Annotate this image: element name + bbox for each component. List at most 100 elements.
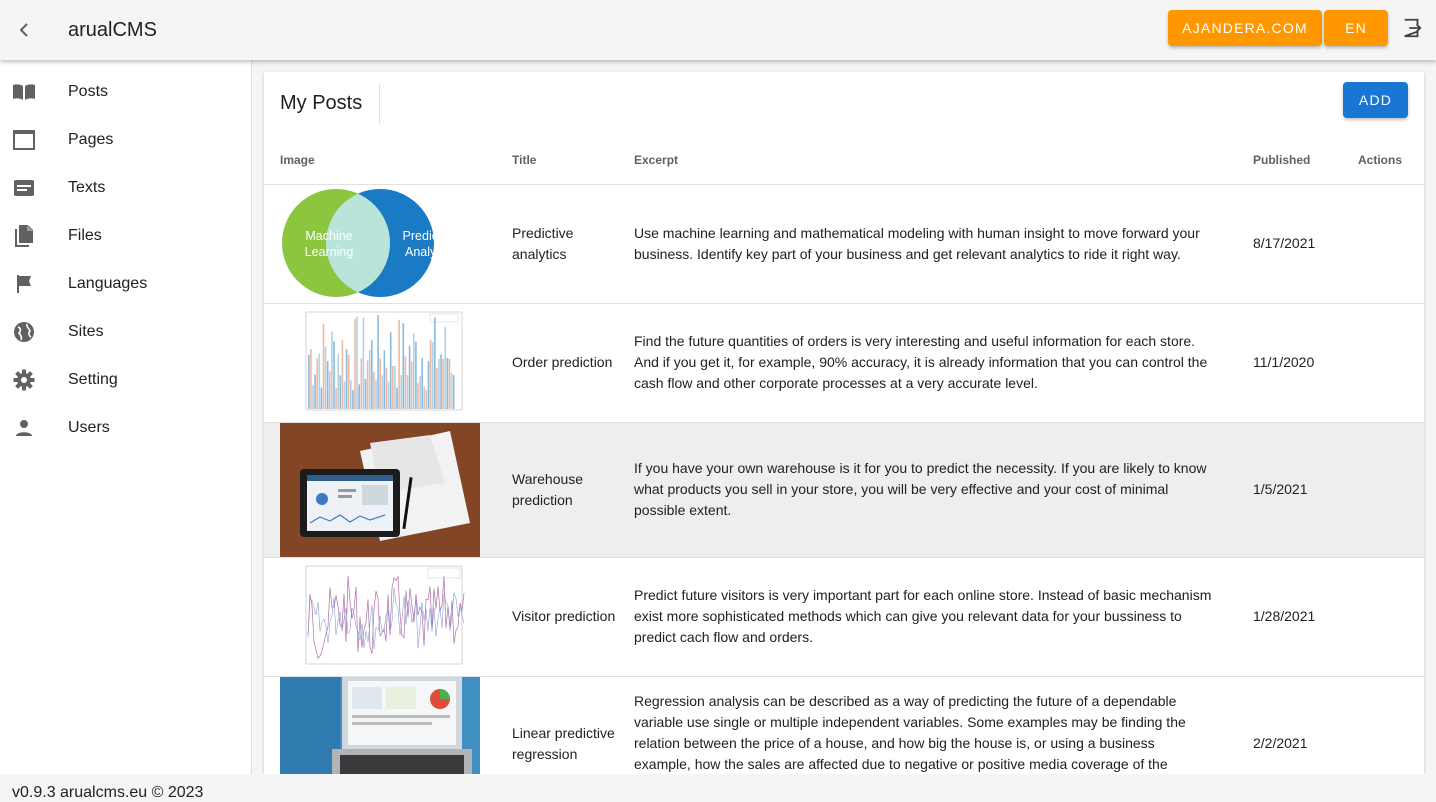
add-post-button[interactable]: ADD (1343, 82, 1408, 118)
file-icon (12, 224, 36, 248)
actions-cell (1342, 184, 1424, 304)
post-excerpt: Find the future quantities of orders is … (618, 303, 1237, 423)
sidebar-item-posts[interactable]: Posts (0, 68, 251, 116)
thumbnail-bar (356, 315, 358, 409)
sidebar-item-label: Users (68, 419, 110, 436)
header-actions: AJANDERA.COM EN (1168, 10, 1436, 46)
image-cell (264, 303, 496, 423)
sidebar-item-texts[interactable]: Texts (0, 164, 251, 212)
thumbnail-bar (331, 330, 333, 409)
person-icon (12, 416, 36, 440)
column-header-image[interactable]: Image (264, 136, 496, 185)
thumbnail-bar (446, 357, 449, 409)
post-title: Warehouse prediction (496, 422, 618, 558)
thumbnail-bar (417, 382, 419, 409)
sidebar-item-users[interactable]: Users (0, 404, 251, 452)
window-icon (12, 128, 36, 152)
thumbnail-bar (333, 340, 335, 409)
sidebar-item-label: Sites (68, 323, 104, 340)
thumbnail-bar (394, 365, 396, 409)
thumbnail-bar (352, 389, 354, 409)
column-header-published[interactable]: Published (1237, 136, 1342, 185)
post-excerpt: Regression analysis can be described as … (618, 676, 1237, 774)
thumbnail-bar (421, 357, 423, 409)
post-excerpt: Use machine learning and mathematical mo… (618, 184, 1237, 304)
thumbnail-bar (364, 378, 367, 409)
thumbnail-bar (350, 379, 352, 409)
sidebar-item-files[interactable]: Files (0, 212, 251, 260)
thumbnail-bar (429, 339, 432, 409)
table-row[interactable]: Linear predictive regression Regression … (264, 676, 1424, 774)
image-cell (264, 557, 496, 677)
post-thumbnail (280, 303, 480, 422)
post-published: 8/17/2021 (1237, 184, 1342, 304)
column-header-actions: Actions (1342, 136, 1424, 185)
thumbnail-bar (442, 358, 444, 409)
back-button[interactable] (0, 6, 48, 54)
post-published: 1/5/2021 (1237, 422, 1342, 558)
thumbnail-bar (375, 379, 377, 409)
sidebar-item-label: Pages (68, 131, 114, 148)
thumbnail-bar (314, 373, 316, 409)
sidebar-item-label: Texts (68, 179, 106, 196)
site-button[interactable]: AJANDERA.COM (1168, 10, 1322, 46)
thumbnail-bar (322, 323, 325, 409)
book-open-icon (12, 80, 36, 104)
language-button[interactable]: EN (1324, 10, 1388, 46)
column-header-excerpt[interactable]: Excerpt (618, 136, 1237, 185)
column-header-title[interactable]: Title (496, 136, 618, 185)
venn-right-label-1: Predictive (403, 229, 458, 243)
thumbnail-bar (335, 387, 337, 409)
sidebar-item-label: Setting (68, 371, 118, 388)
thumbnail-bar (316, 358, 318, 409)
table-row[interactable]: Warehouse prediction If you have your ow… (264, 422, 1424, 558)
thumbnail-bar (415, 341, 417, 409)
post-excerpt: Predict future visitors is very importan… (618, 557, 1237, 677)
post-thumbnail (280, 676, 480, 774)
sidebar-item-label: Files (68, 227, 102, 244)
thumbnail-bar (434, 317, 436, 409)
image-cell (264, 676, 496, 774)
table-row[interactable]: Order prediction Find the future quantit… (264, 303, 1424, 423)
thumbnail-bar (431, 341, 434, 409)
sidebar-item-pages[interactable]: Pages (0, 116, 251, 164)
sidebar-item-label: Posts (68, 83, 109, 100)
thumbnail-bar (425, 389, 428, 409)
text-box-icon (12, 176, 36, 200)
sidebar-item-sites[interactable]: Sites (0, 308, 251, 356)
thumbnail-bar (308, 354, 310, 409)
thumbnail-bar (448, 358, 451, 409)
thumbnail-bar (392, 365, 394, 409)
sidebar: Posts Pages Texts Files Languages Sites … (0, 60, 252, 774)
sidebar-item-languages[interactable]: Languages (0, 260, 251, 308)
thumbnail-bar (366, 359, 369, 409)
thumbnail-bar (387, 381, 390, 409)
table-row[interactable]: Machine Learning Predictive Analytics Pr… (264, 184, 1424, 304)
thumbnail-bar (398, 319, 400, 409)
thumbnail-bar (371, 339, 373, 409)
actions-cell (1342, 303, 1424, 423)
image-cell: Machine Learning Predictive Analytics (264, 184, 496, 304)
post-title: Linear predictive regression (496, 676, 618, 774)
logout-button[interactable] (1388, 10, 1436, 46)
post-published: 11/1/2020 (1237, 303, 1342, 423)
thumbnail-bar (427, 360, 430, 409)
table-header-row: Image Title Excerpt Published Actions (264, 136, 1424, 185)
actions-cell (1342, 676, 1424, 774)
thumbnail-bar (419, 375, 421, 409)
thumbnail-bar (354, 318, 356, 409)
post-title: Visitor prediction (496, 557, 618, 677)
thumbnail-bar (379, 357, 381, 409)
thumbnail-bar (329, 370, 331, 409)
actions-cell (1342, 422, 1424, 558)
thumbnail-bar (337, 353, 339, 409)
sidebar-item-setting[interactable]: Setting (0, 356, 251, 404)
chevron-left-icon (19, 23, 28, 37)
thumbnail-bar (389, 331, 392, 409)
table-row[interactable]: Visitor prediction Predict future visito… (264, 557, 1424, 677)
thumbnail-bar (383, 349, 386, 409)
venn-left-label-1: Machine (305, 229, 352, 243)
thumbnail-bar (406, 374, 409, 409)
thumbnail-bar (402, 322, 405, 409)
thumbnail-bar (358, 383, 360, 409)
